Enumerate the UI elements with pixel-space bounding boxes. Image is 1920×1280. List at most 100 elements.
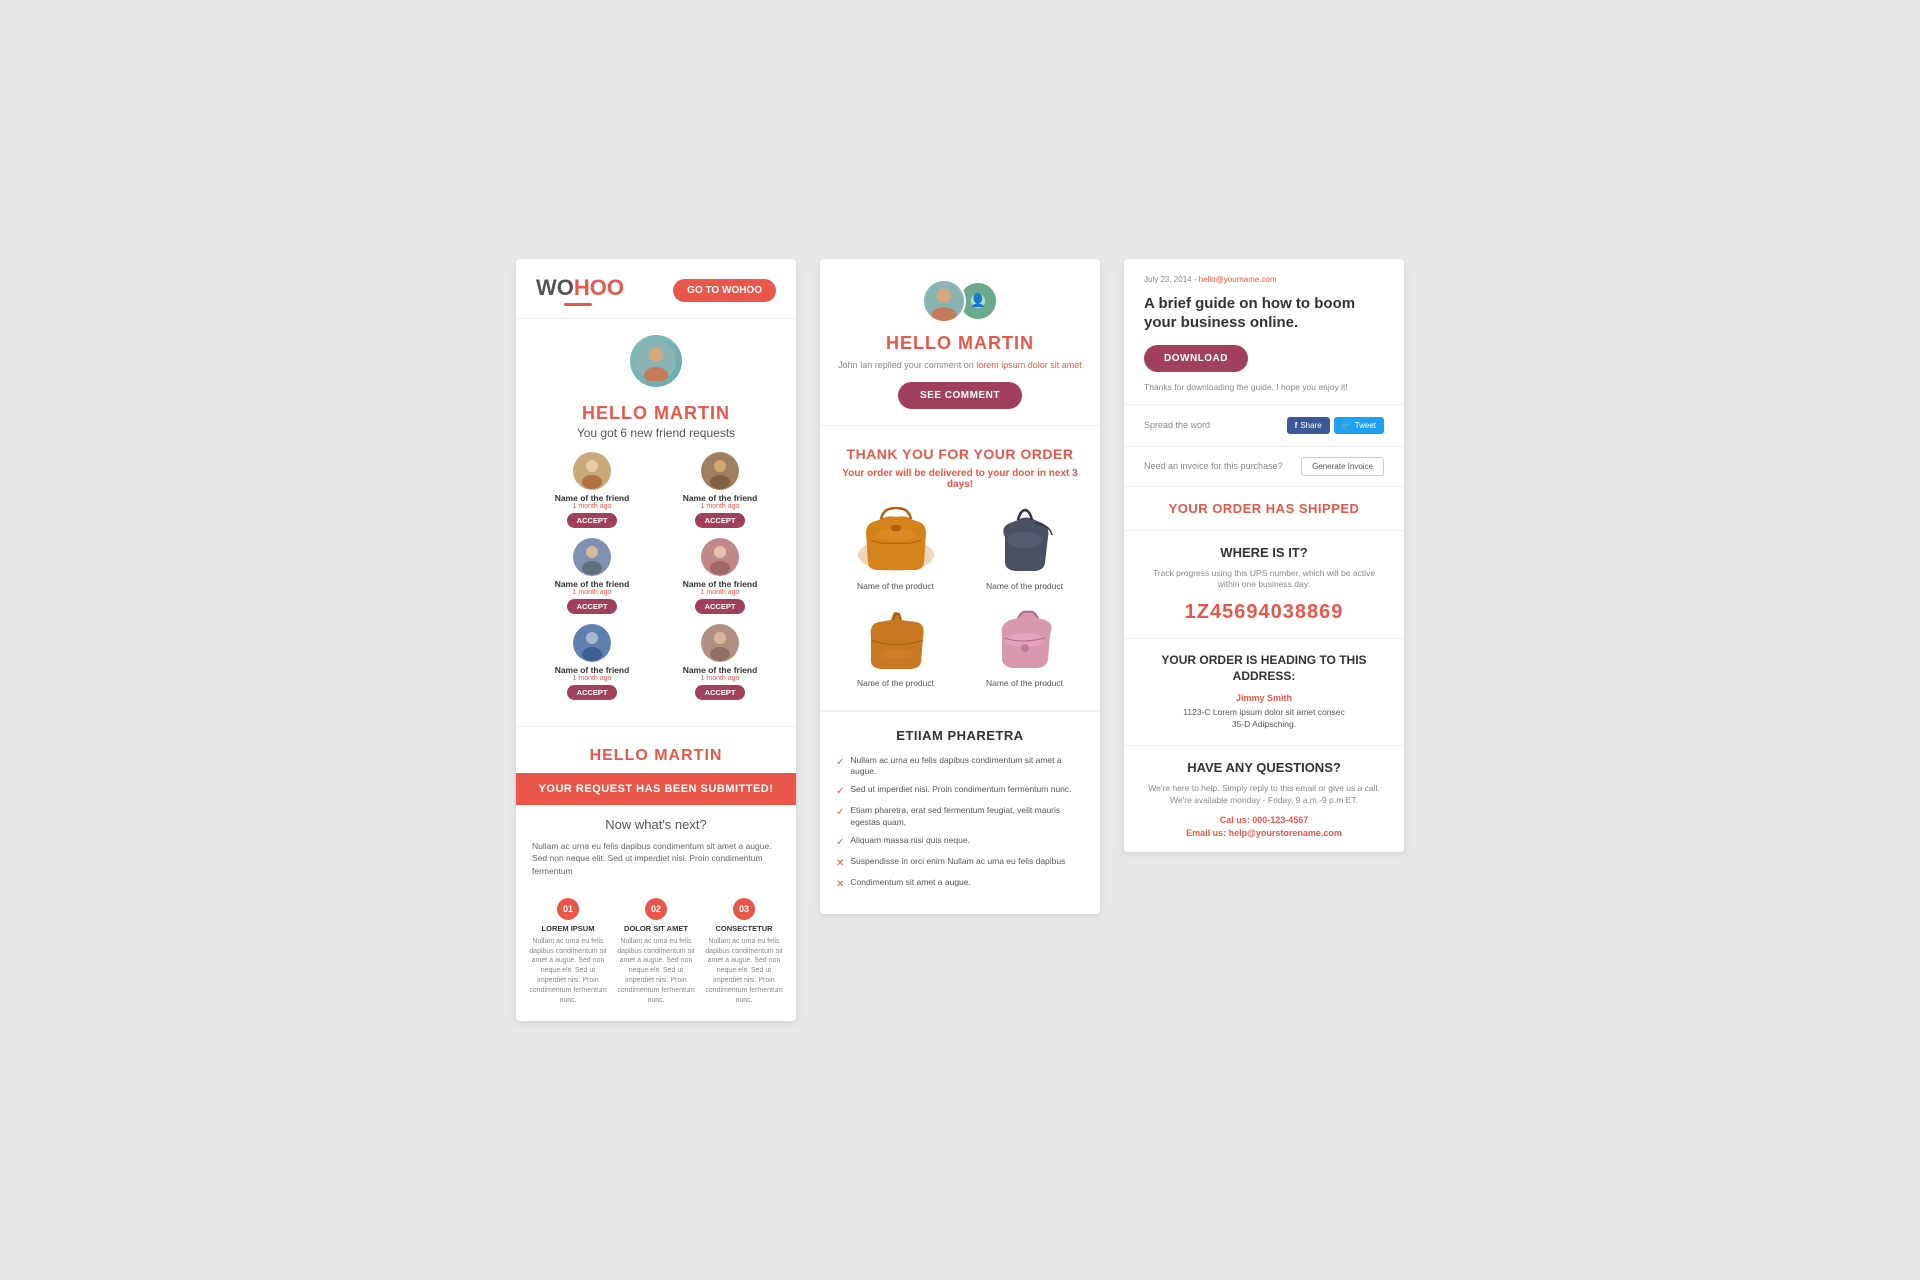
address-line-1: 1123-C Lorem ipsum dolor sit amet consec (1144, 706, 1384, 719)
avatar-main (922, 279, 966, 323)
body-text: Nullam ac urna eu felis dapibus condimen… (516, 840, 796, 890)
check-item-4: ✓ Aliquam massa nisi quis neque. (836, 835, 1084, 850)
generate-invoice-button[interactable]: Generate Invoice (1301, 457, 1384, 476)
friend-avatar (573, 452, 611, 490)
share-label: Share (1300, 421, 1321, 430)
accept-button[interactable]: ACCEPT (567, 513, 618, 528)
step-number-1: 01 (557, 898, 579, 920)
replied-prefix: John lan replied your comment on (838, 360, 974, 370)
user-avatar-section (516, 319, 796, 395)
cross-icon-5: ✕ (836, 857, 844, 871)
social-buttons: f Share 🐦 Tweet (1287, 417, 1384, 434)
shipped-section: YOUR ORDER HAS SHIPPED (1124, 487, 1404, 531)
friend-name: Name of the friend (683, 665, 758, 675)
address-line-2: 35-D Adipsching. (1144, 718, 1384, 731)
spread-label: Spread the word (1144, 420, 1210, 430)
friend-item: Name of the friend 1 month ago ACCEPT (660, 452, 780, 528)
product-item-2: Name of the product (965, 504, 1084, 591)
step-number-3: 03 (733, 898, 755, 920)
step-2: 02 DOLOR SIT AMET Nullam ac urna eu feli… (616, 898, 696, 1006)
logo-underline (564, 303, 592, 306)
questions-text: We're here to help. Simply reply to this… (1144, 783, 1384, 807)
card3-guide-title: A brief guide on how to boom your busine… (1144, 294, 1384, 333)
logo-wo: WO (536, 275, 574, 300)
email-address: Email us: help@yourstorename.com (1144, 828, 1384, 838)
twitter-icon: 🐦 (1342, 421, 1352, 430)
tweet-button[interactable]: 🐦 Tweet (1334, 417, 1384, 434)
product-image-3 (851, 601, 941, 673)
etiiam-section: ETIIAM PHARETRA ✓ Nullam ac urna eu feli… (820, 711, 1100, 915)
replied-link[interactable]: lorem ipsum dolor sit amet (976, 360, 1082, 370)
download-button[interactable]: DOWNLOAD (1144, 345, 1248, 372)
checkmark-icon-3: ✓ (836, 806, 844, 820)
replied-text: John lan replied your comment on lorem i… (836, 360, 1084, 370)
cross-item-6: ✕ Condimentum sit amet a augue. (836, 877, 1084, 892)
address-title: YOUR ORDER IS HEADING TO THIS ADDRESS: (1144, 653, 1384, 684)
friend-name: Name of the friend (555, 493, 630, 503)
checkmark-icon-4: ✓ (836, 836, 844, 850)
check-text-1: Nullam ac urna eu felis dapibus condimen… (850, 755, 1084, 779)
step-number-2: 02 (645, 898, 667, 920)
friend-item: Name of the friend 1 month ago ACCEPT (532, 624, 652, 700)
card2-avatars: 👤 (836, 279, 1084, 323)
friend-item: Name of the friend 1 month ago ACCEPT (660, 538, 780, 614)
divider (516, 726, 796, 727)
cross-item-5: ✕ Suspendisse in orci enim Nullam ac uma… (836, 856, 1084, 871)
friend-time: 1 month ago (701, 503, 740, 510)
friend-time: 1 month ago (573, 503, 612, 510)
card3-date: July 23, 2014 - hello@yourname.com (1144, 275, 1384, 284)
product-image-1 (851, 504, 941, 576)
friend-name: Name of the friend (683, 579, 758, 589)
check-text-4: Aliquam massa nisi quis neque. (850, 835, 970, 847)
spread-section: Spread the word f Share 🐦 Tweet (1124, 405, 1404, 447)
step-title-2: DOLOR SIT AMET (616, 924, 696, 933)
product-name-2: Name of the product (965, 581, 1084, 591)
card1-header: WOHOO GO TO WOHOO (516, 259, 796, 319)
shipped-title: YOUR ORDER HAS SHIPPED (1144, 501, 1384, 516)
steps-row: 01 LOREM IPSUM Nullam ac urna eu felis d… (516, 890, 796, 1006)
friend-avatar (573, 624, 611, 662)
accept-button[interactable]: ACCEPT (695, 685, 746, 700)
product-name-1: Name of the product (836, 581, 955, 591)
product-image-2 (980, 504, 1070, 576)
thank-you-subtitle: Your order will be delivered to your doo… (836, 468, 1084, 490)
accept-button[interactable]: ACCEPT (695, 513, 746, 528)
friend-name: Name of the friend (555, 665, 630, 675)
product-item-1: Name of the product (836, 504, 955, 591)
see-comment-button[interactable]: SEE COMMENT (898, 382, 1022, 409)
invoice-section: Need an invoice for this purchase? Gener… (1124, 447, 1404, 487)
card2-hello: HELLO MARTIN (836, 333, 1084, 354)
step-text-3: Nullam ac urna eu felis dapibus condimen… (704, 937, 784, 1006)
products-grid: Name of the product Name of the product (836, 504, 1084, 688)
accept-button[interactable]: ACCEPT (567, 685, 618, 700)
step-text-1: Nullam ac urna eu felis dapibus condimen… (528, 937, 608, 1006)
cross-text-6: Condimentum sit amet a augue. (850, 877, 970, 889)
accept-button[interactable]: ACCEPT (695, 599, 746, 614)
date-text: July 23, 2014 - (1144, 275, 1196, 284)
friend-name: Name of the friend (555, 579, 630, 589)
share-button[interactable]: f Share (1287, 417, 1330, 434)
questions-section: HAVE ANY QUESTIONS? We're here to help. … (1124, 746, 1404, 852)
accept-button[interactable]: ACCEPT (567, 599, 618, 614)
check-text-3: Etiam pharetra, erat sed fermentum feugi… (850, 805, 1084, 829)
go-to-wohoo-button[interactable]: GO TO WOHOO (673, 279, 776, 302)
checkmark-icon-1: ✓ (836, 756, 844, 770)
step-title-1: LOREM IPSUM (528, 924, 608, 933)
friend-avatar (701, 624, 739, 662)
where-section: WHERE IS IT? Track progress using this U… (1124, 531, 1404, 640)
whats-next-label: Now what's next? (516, 805, 796, 840)
email-link[interactable]: hello@yourname.com (1199, 275, 1277, 284)
product-item-3: Name of the product (836, 601, 955, 688)
tweet-label: Tweet (1355, 421, 1376, 430)
avatar (630, 335, 682, 387)
friend-time: 1 month ago (701, 675, 740, 682)
card-order: 👤 HELLO MARTIN John lan replied your com… (820, 259, 1100, 915)
phone-number: Cal us: 000-123-4567 (1144, 815, 1384, 825)
greeting-subtitle: You got 6 new friend requests (516, 426, 796, 452)
card3-top-section: July 23, 2014 - hello@yourname.com A bri… (1124, 259, 1404, 405)
friend-item: Name of the friend 1 month ago ACCEPT (660, 624, 780, 700)
step-title-3: CONSECTETUR (704, 924, 784, 933)
svg-text:👤: 👤 (970, 292, 986, 307)
step-3: 03 CONSECTETUR Nullam ac urna eu felis d… (704, 898, 784, 1006)
thank-you-title: THANK YOU FOR YOUR ORDER (836, 446, 1084, 462)
